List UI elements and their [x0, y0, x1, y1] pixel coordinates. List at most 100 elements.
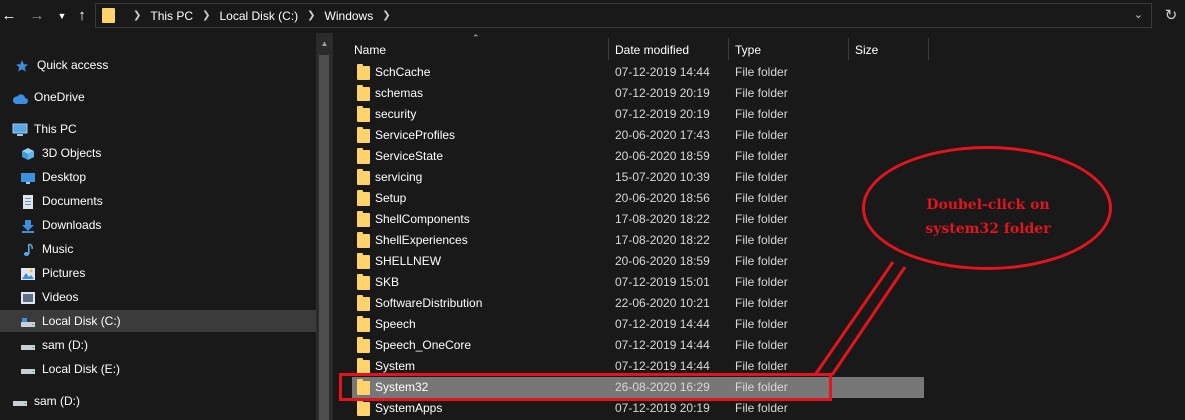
- up-arrow-icon[interactable]: ↑: [74, 0, 90, 32]
- file-type: File folder: [735, 191, 788, 205]
- file-type: File folder: [735, 107, 788, 121]
- address-dropdown-chevron-icon[interactable]: ⌄: [1134, 8, 1143, 21]
- recent-locations-chevron-icon[interactable]: ▼: [55, 0, 69, 32]
- nav-item-documents[interactable]: Documents: [20, 190, 103, 212]
- forward-arrow-icon[interactable]: →: [28, 0, 46, 32]
- folder-icon: [357, 85, 370, 101]
- column-header-date-modified[interactable]: Date modified: [615, 37, 689, 63]
- file-row[interactable]: Speech 07-12-2019 14:44 File folder: [352, 314, 924, 335]
- file-name: SystemApps: [375, 401, 443, 415]
- file-row[interactable]: SHELLNEW 20-06-2020 18:59 File folder: [352, 251, 924, 272]
- file-row[interactable]: schemas 07-12-2019 20:19 File folder: [352, 83, 924, 104]
- folder-icon: [357, 190, 370, 206]
- nav-item-local-disk-e[interactable]: Local Disk (E:): [20, 358, 120, 380]
- file-row[interactable]: security 07-12-2019 20:19 File folder: [352, 104, 924, 125]
- column-divider[interactable]: [728, 38, 729, 60]
- column-divider[interactable]: [848, 38, 849, 60]
- file-date-modified: 17-08-2020 18:22: [615, 212, 710, 226]
- column-header-size[interactable]: Size: [855, 37, 878, 63]
- file-row[interactable]: ShellComponents 17-08-2020 18:22 File fold…: [352, 209, 924, 230]
- folder-icon: [102, 8, 115, 23]
- drive-icon: [12, 394, 28, 408]
- file-date-modified: 07-12-2019 14:44: [615, 317, 710, 331]
- desktop-icon: [20, 170, 36, 184]
- nav-item-videos[interactable]: Videos: [20, 286, 78, 308]
- folder-icon: [357, 274, 370, 290]
- column-divider[interactable]: [608, 38, 609, 60]
- file-date-modified: 15-07-2020 10:39: [615, 170, 710, 184]
- callout-text: Doubel-click on system32 folder: [870, 193, 1106, 241]
- nav-item-desktop[interactable]: Desktop: [20, 166, 86, 188]
- file-name: ShellComponents: [375, 212, 470, 226]
- file-type: File folder: [735, 317, 788, 331]
- file-date-modified: 07-12-2019 20:19: [615, 401, 710, 415]
- file-name: Speech_OneCore: [375, 338, 472, 352]
- nav-item-label: Music: [42, 242, 74, 256]
- file-name: Setup: [375, 191, 407, 205]
- folder-icon: [357, 358, 370, 374]
- chevron-right-icon[interactable]: ❯: [133, 10, 141, 21]
- breadcrumb-windows[interactable]: Windows: [325, 9, 374, 23]
- nav-item-3d-objects[interactable]: 3D Objects: [20, 142, 101, 164]
- nav-item-sam-d[interactable]: sam (D:): [20, 334, 88, 356]
- nav-item-music[interactable]: Music: [20, 238, 73, 260]
- file-row[interactable]: SystemApps 07-12-2019 20:19 File folder: [352, 398, 924, 419]
- nav-item-quick-access[interactable]: Quick access: [15, 54, 108, 76]
- back-arrow-icon[interactable]: ←: [0, 0, 18, 32]
- folder-icon: [357, 106, 370, 122]
- breadcrumb-local-disk[interactable]: Local Disk (C:): [219, 9, 298, 23]
- file-name: SchCache: [375, 65, 431, 79]
- nav-item-this-pc[interactable]: This PC: [12, 118, 77, 140]
- refresh-icon[interactable]: ↻: [1160, 5, 1182, 27]
- nav-item-sam-d-root[interactable]: sam (D:): [12, 390, 80, 412]
- file-row[interactable]: Speech_OneCore 07-12-2019 14:44 File folde…: [352, 335, 924, 356]
- address-toolbar: ← → ▼ ↑ ❯ This PC ❯ Local Disk (C:) ❯ Wi…: [0, 0, 1185, 32]
- star-icon: [15, 58, 31, 72]
- navigation-pane: Quick access OneDrive This PC 3D Objects…: [0, 33, 316, 420]
- file-row[interactable]: ServiceProfiles 20-06-2020 17:43 File fold…: [352, 125, 924, 146]
- file-row[interactable]: SKB 07-12-2019 15:01 File folder: [352, 272, 924, 293]
- folder-icon: [357, 337, 370, 353]
- callout-line-1: Doubel-click on: [926, 197, 1050, 213]
- drive-icon: [20, 338, 36, 352]
- chevron-right-icon[interactable]: ❯: [202, 10, 210, 21]
- pictures-icon: [20, 266, 36, 280]
- file-row[interactable]: Setup 20-06-2020 18:56 File folder: [352, 188, 924, 209]
- nav-item-onedrive[interactable]: OneDrive: [12, 86, 85, 108]
- file-date-modified: 20-06-2020 18:56: [615, 191, 710, 205]
- column-divider[interactable]: [928, 38, 929, 60]
- nav-item-label: Local Disk (E:): [42, 362, 121, 376]
- file-type: File folder: [735, 275, 788, 289]
- nav-item-label: Desktop: [42, 170, 87, 184]
- scroll-up-arrow-icon[interactable]: ▲: [316, 39, 333, 48]
- nav-item-label: Quick access: [37, 58, 109, 72]
- file-row[interactable]: servicing 15-07-2020 10:39 File folder: [352, 167, 924, 188]
- nav-item-label: 3D Objects: [42, 146, 102, 160]
- file-type: File folder: [735, 296, 788, 310]
- file-row[interactable]: SoftwareDistribution 22-06-2020 10:21 File…: [352, 293, 924, 314]
- file-name: schemas: [375, 86, 424, 100]
- column-header-type[interactable]: Type: [735, 37, 761, 63]
- nav-item-label: This PC: [34, 122, 77, 136]
- file-row[interactable]: ShellExperiences 17-08-2020 18:22 File fol…: [352, 230, 924, 251]
- cloud-icon: [12, 90, 28, 104]
- nav-item-downloads[interactable]: Downloads: [20, 214, 101, 236]
- column-header-name[interactable]: Name: [354, 37, 386, 63]
- address-bar[interactable]: ❯ This PC ❯ Local Disk (C:) ❯ Windows ❯ …: [95, 3, 1152, 28]
- nav-item-local-disk-c[interactable]: Local Disk (C:): [0, 310, 316, 332]
- folder-icon: [357, 211, 370, 227]
- file-date-modified: 20-06-2020 18:59: [615, 149, 710, 163]
- file-name: SoftwareDistribution: [375, 296, 483, 310]
- nav-item-pictures[interactable]: Pictures: [20, 262, 85, 284]
- nav-item-label: sam (D:): [34, 394, 80, 408]
- callout-line-2: system32 folder: [925, 221, 1051, 237]
- breadcrumb-this-pc[interactable]: This PC: [150, 9, 193, 23]
- chevron-right-icon[interactable]: ❯: [307, 10, 315, 21]
- file-row[interactable]: SchCache 07-12-2019 14:44 File folder: [352, 62, 924, 83]
- navigation-pane-scrollbar[interactable]: ▲: [316, 33, 333, 420]
- folder-icon: [357, 127, 370, 143]
- file-row[interactable]: ServiceState 20-06-2020 18:59 File folder: [352, 146, 924, 167]
- scrollbar-thumb[interactable]: [319, 55, 329, 420]
- chevron-right-icon[interactable]: ❯: [382, 10, 390, 21]
- music-icon: [20, 242, 36, 256]
